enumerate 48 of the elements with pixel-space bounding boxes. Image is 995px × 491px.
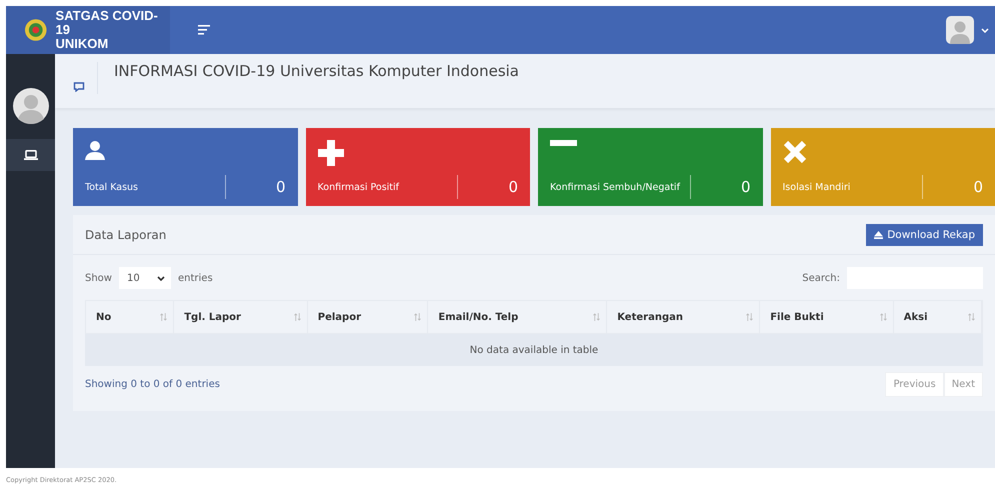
panel-title: Data Laporan — [85, 228, 166, 242]
table-info: Showing 0 to 0 of 0 entries — [85, 379, 220, 390]
entries-select[interactable]: 10 — [118, 267, 171, 289]
sort-icon — [746, 313, 754, 321]
sort-icon — [593, 313, 600, 321]
stat-value: 0 — [740, 178, 752, 196]
stat-value: 0 — [973, 178, 984, 196]
sort-icon — [880, 313, 887, 321]
plus-icon — [318, 140, 344, 166]
sidebar-item[interactable] — [6, 139, 55, 171]
laptop-icon — [24, 150, 38, 160]
brand-name: SATGAS COVID-19 — [56, 9, 159, 37]
sort-icon — [160, 313, 168, 321]
sort-icon — [414, 313, 422, 321]
caret-icon — [156, 276, 165, 280]
stat-value: 0 — [276, 178, 286, 196]
column-header[interactable]: Pelapor — [308, 301, 428, 333]
message-icon — [73, 82, 85, 92]
column-header[interactable]: Tgl. Lapor — [174, 301, 308, 333]
minus-icon — [550, 140, 577, 146]
column-header[interactable]: No — [86, 301, 174, 333]
column-header[interactable]: Email/No. Telp — [428, 301, 608, 333]
stat-label: Isolasi Mandiri — [782, 182, 852, 192]
brand-name: UNIKOM — [56, 37, 110, 51]
entries-label: entries — [178, 272, 213, 284]
column-header[interactable]: File Bukti — [760, 301, 894, 333]
search-label: Search: — [802, 272, 840, 284]
empty-table-message: No data available in table — [85, 334, 983, 366]
logo-icon — [24, 18, 48, 42]
stat-value: 0 — [508, 178, 519, 196]
download-button[interactable]: Download Rekap — [866, 224, 983, 246]
column-header[interactable]: Aksi — [894, 301, 982, 333]
stat-label: Konfirmasi Positif — [318, 182, 400, 192]
stat-label: Total Kasus — [85, 182, 140, 192]
page-title: INFORMASI COVID-19 Universitas Komputer Indonesia — [114, 62, 519, 80]
person-icon — [85, 140, 105, 160]
show-label: Show — [85, 272, 112, 284]
avatar-icon — [12, 88, 48, 124]
sort-icon — [968, 313, 975, 321]
column-header[interactable]: Keterangan — [607, 301, 760, 333]
stat-label: Konfirmasi Sembuh/Negatif — [550, 182, 682, 192]
caret-icon — [981, 28, 989, 32]
avatar-icon — [946, 16, 974, 44]
eject-icon — [874, 230, 884, 238]
menu-icon — [198, 25, 210, 35]
close-icon — [782, 140, 806, 164]
user-menu-button[interactable] — [946, 16, 989, 44]
sort-icon — [294, 313, 301, 321]
